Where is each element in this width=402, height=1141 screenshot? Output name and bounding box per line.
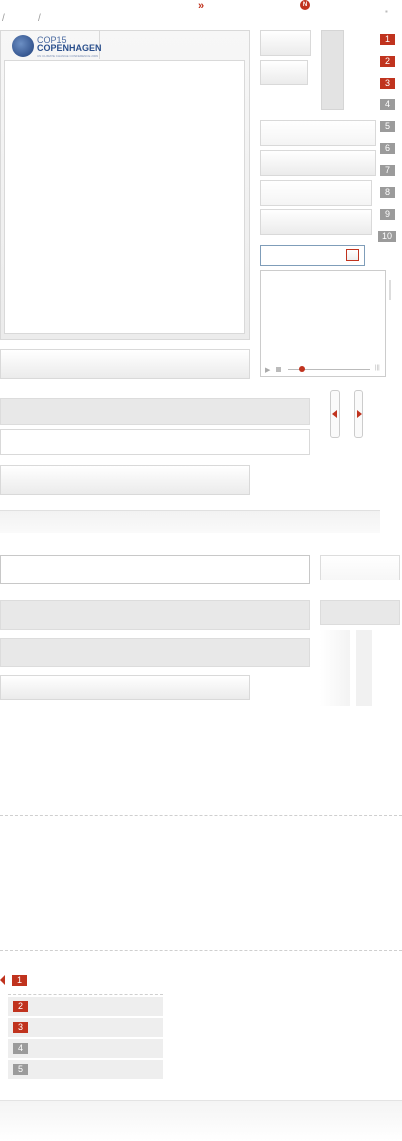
page-number[interactable]: 3 [380,78,395,89]
form-bar[interactable] [0,638,310,667]
column-shade [356,630,372,706]
page-number[interactable]: 2 [380,56,395,67]
logo-line3: UN CLIMATE CHANGE CONFERENCE 2009 [37,54,98,58]
content-area [4,60,245,334]
side-tab[interactable] [320,555,400,580]
media-player: ▶ ||| [260,270,386,377]
page-number[interactable]: 4 [380,99,395,110]
wide-bar [0,510,380,533]
prev-button[interactable] [330,390,340,438]
column-shade [320,630,350,706]
dropdown-list: 2 3 4 5 [8,997,163,1079]
scroll-track[interactable] [321,30,344,110]
breadcrumb-separator: / [38,13,41,24]
form-bar[interactable] [0,398,310,425]
list-item[interactable]: 5 [8,1060,163,1079]
divider [8,994,163,995]
stop-icon[interactable] [276,367,281,372]
small-button[interactable] [260,30,311,56]
select-field[interactable] [260,150,376,176]
seek-handle[interactable] [299,366,305,372]
list-item[interactable]: 2 [8,997,163,1016]
form-bar[interactable] [0,465,250,495]
divider [0,815,402,816]
form-bar[interactable] [0,675,250,700]
input-field[interactable] [260,120,376,146]
cop15-logo: COP15 COPENHAGEN UN CLIMATE CHANGE CONFE… [5,31,102,59]
globe-icon [12,35,34,57]
page-number[interactable]: 7 [380,165,395,176]
date-input[interactable] [260,245,365,266]
list-item[interactable]: 4 [8,1039,163,1058]
list-number: 5 [13,1064,28,1075]
small-button[interactable] [260,60,308,85]
arrow-left-icon[interactable] [0,975,5,985]
play-icon[interactable]: ▶ [265,366,270,374]
footer [0,1100,402,1141]
form-input[interactable] [0,555,310,584]
list-item[interactable]: 3 [8,1018,163,1037]
more-link[interactable]: » [198,0,204,12]
list-number[interactable]: 1 [12,975,27,986]
panel-footer-bar [0,349,250,379]
select-field[interactable] [260,209,372,235]
divider [0,950,402,951]
arrow-left-icon [332,410,337,418]
next-button[interactable] [354,390,363,438]
calendar-icon[interactable] [346,249,359,261]
form-input[interactable] [0,429,310,455]
page-number[interactable]: 5 [380,121,395,132]
scrollbar[interactable] [389,280,391,300]
page-number[interactable]: 8 [380,187,395,198]
form-bar[interactable] [0,600,310,630]
page-number[interactable]: 9 [380,209,395,220]
list-number: 4 [13,1043,28,1054]
list-number: 2 [13,1001,28,1012]
breadcrumb-separator: / [2,13,5,24]
arrow-right-icon [357,410,362,418]
input-field[interactable] [260,180,372,206]
new-badge: N [300,0,310,10]
breadcrumb: / [2,8,5,26]
close-icon[interactable]: ▪ [385,7,388,16]
list-number: 3 [13,1022,28,1033]
side-button[interactable] [320,600,400,625]
logo-line2: COPENHAGEN [37,43,102,53]
page-number[interactable]: 10 [378,231,396,242]
volume-icon[interactable]: ||| [375,365,380,371]
page-number[interactable]: 6 [380,143,395,154]
page-number[interactable]: 1 [380,34,395,45]
